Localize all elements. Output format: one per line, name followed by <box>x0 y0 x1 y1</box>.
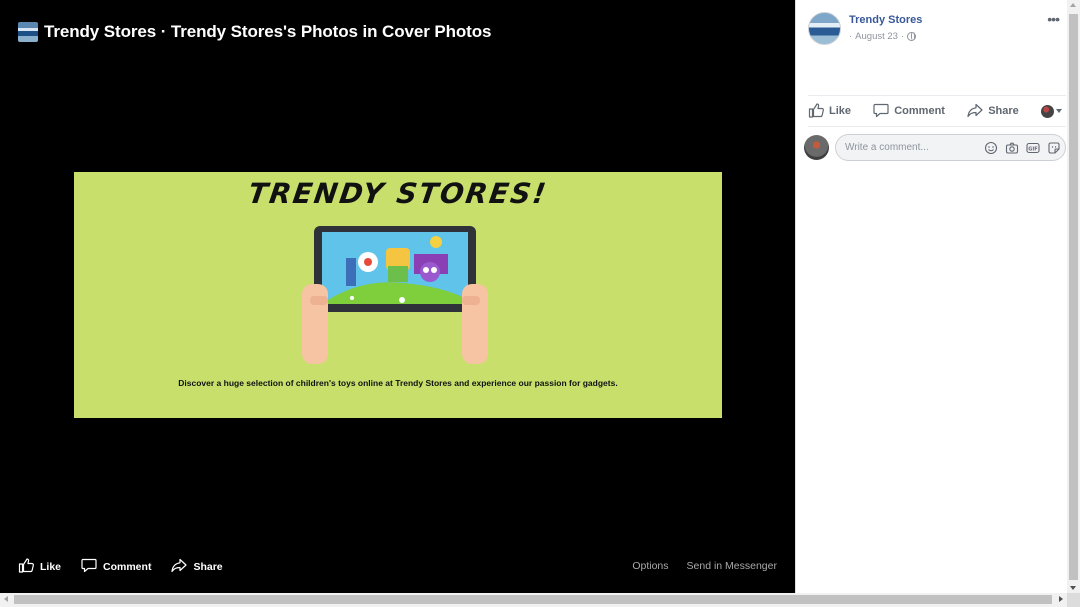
comment-input[interactable] <box>845 141 975 153</box>
caret-down-icon <box>1055 109 1062 113</box>
meta-separator: · <box>900 31 905 42</box>
comment-button[interactable]: Comment <box>873 102 945 121</box>
scroll-left-arrow-icon[interactable] <box>4 596 8 602</box>
scrollbar-corner <box>1067 593 1080 607</box>
horizontal-scrollbar[interactable] <box>0 593 1067 607</box>
gif-icon[interactable]: GIF <box>1026 141 1040 155</box>
send-in-messenger-link[interactable]: Send in Messenger <box>687 560 777 572</box>
comment-box[interactable]: GIF <box>835 133 1066 161</box>
post-action-bar: Like Comment Share <box>808 95 1066 127</box>
post-side-panel: Trendy Stores · August 23 · ••• Like Com… <box>795 0 1067 593</box>
viewer-share-button[interactable]: Share <box>171 557 223 576</box>
horizontal-scroll-thumb[interactable] <box>14 595 1052 604</box>
viewer-title-bar: Trendy Stores · Trendy Stores's Photos i… <box>18 21 491 43</box>
like-label: Like <box>829 105 852 117</box>
viewer-links: Options Send in Messenger <box>632 560 777 572</box>
viewer-like-button[interactable]: Like <box>18 557 61 576</box>
more-icon[interactable]: ••• <box>1047 12 1060 26</box>
viewer-comment-button[interactable]: Comment <box>81 557 151 576</box>
scroll-down-arrow-icon[interactable] <box>1070 586 1076 590</box>
options-link[interactable]: Options <box>632 560 668 572</box>
post-meta: · August 23 · <box>849 31 917 42</box>
share-icon <box>171 557 188 576</box>
comment-tools: GIF <box>984 141 1061 155</box>
globe-icon[interactable] <box>907 32 917 41</box>
comment-icon <box>873 102 889 121</box>
vertical-scroll-thumb[interactable] <box>1069 14 1078 580</box>
post-date[interactable]: August 23 <box>855 31 898 42</box>
like-icon <box>808 102 824 121</box>
viewer-share-label: Share <box>193 560 223 573</box>
sticker-icon[interactable] <box>1047 141 1061 155</box>
vertical-scrollbar[interactable] <box>1067 0 1080 593</box>
viewer-comment-label: Comment <box>103 560 152 573</box>
viewer-like-label: Like <box>40 560 62 573</box>
viewer-action-bar: Like Comment Share <box>18 557 223 576</box>
comment-icon <box>81 557 97 576</box>
camera-icon[interactable] <box>1005 141 1019 155</box>
cover-headline: TRENDY STORES! <box>246 177 550 210</box>
share-icon <box>967 102 983 121</box>
page-name-link[interactable]: Trendy Stores <box>849 14 922 26</box>
post-as-selector[interactable] <box>1040 104 1062 118</box>
like-button[interactable]: Like <box>808 102 851 121</box>
share-label: Share <box>988 105 1019 117</box>
meta-separator: · <box>849 31 853 42</box>
page-avatar[interactable] <box>808 12 841 45</box>
cover-photo[interactable]: TRENDY STORES! Discover a huge selection… <box>74 172 722 418</box>
page-thumbnail[interactable] <box>18 22 38 42</box>
tablet-illustration <box>302 226 488 364</box>
like-icon <box>18 557 34 576</box>
svg-text:GIF: GIF <box>1028 146 1037 152</box>
user-avatar[interactable] <box>804 134 829 160</box>
scroll-up-arrow-icon[interactable] <box>1070 3 1076 7</box>
emoji-icon[interactable] <box>984 141 998 155</box>
share-button[interactable]: Share <box>967 102 1019 121</box>
scroll-right-arrow-icon[interactable] <box>1059 596 1063 602</box>
photo-viewer: Trendy Stores · Trendy Stores's Photos i… <box>0 0 795 593</box>
comment-composer: GIF <box>804 133 1066 161</box>
cover-caption: Discover a huge selection of children's … <box>178 378 618 388</box>
profile-avatar-small <box>1040 104 1054 118</box>
viewer-title[interactable]: Trendy Stores · Trendy Stores's Photos i… <box>44 22 491 42</box>
comment-label: Comment <box>894 105 945 117</box>
